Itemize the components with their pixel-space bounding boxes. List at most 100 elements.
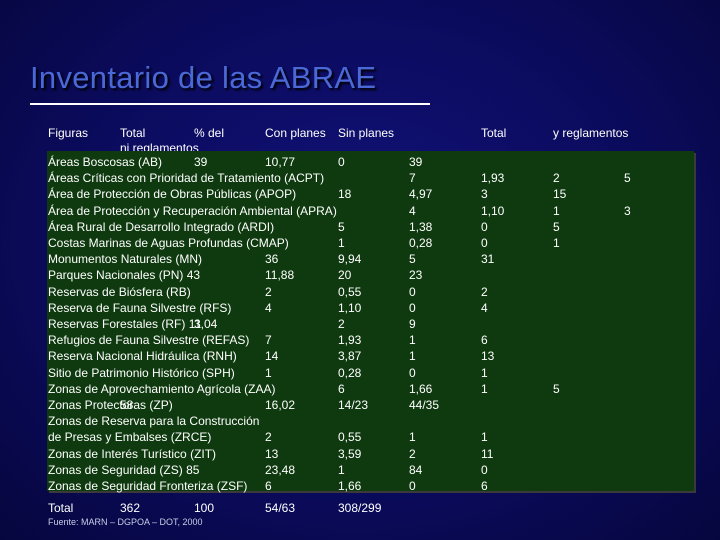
header-reglamentos: y reglamentos	[553, 126, 629, 140]
row-name: Reserva de Fauna Silvestre (RFS)	[48, 301, 232, 315]
row-col-a: 36	[265, 252, 279, 266]
row-col-f: 15	[553, 187, 567, 201]
row-col-e: 6	[481, 479, 488, 493]
row-col-d: 39	[409, 155, 423, 169]
row-col-d: 44/35	[409, 398, 440, 412]
row-name: Área de Protección de Obras Públicas (AP…	[48, 187, 297, 201]
row-col-d: 4	[409, 204, 416, 218]
row-col-f: 1	[553, 204, 560, 218]
footer-label: Total	[48, 501, 74, 515]
row-col-c: 5	[409, 252, 416, 266]
row-col-e: 0	[481, 236, 488, 250]
row-col-a: 13	[265, 447, 279, 461]
header-figuras: Figuras	[48, 126, 89, 140]
row-name: Áreas Críticas con Prioridad de Tratamie…	[48, 171, 325, 185]
row-col-c: 0	[338, 155, 345, 169]
row-col-d: 2	[409, 447, 416, 461]
row-name: Costas Marinas de Aguas Profundas (CMAP)	[48, 236, 289, 250]
row-col-b: 0,55	[338, 285, 362, 299]
row-col-a: 58	[120, 398, 134, 412]
row-col-e: 1	[481, 382, 488, 396]
row-col-c: 3,87	[338, 349, 362, 363]
row-col-b: 23,48	[265, 463, 296, 477]
row-col-e: 11	[481, 447, 494, 461]
row-name: Zonas de Seguridad Fronteriza (ZSF)	[48, 479, 248, 493]
row-name: Monumentos Naturales (MN)	[48, 252, 203, 266]
row-name: Áreas Boscosas (AB)	[48, 155, 163, 169]
footer-total: 362	[120, 501, 141, 515]
row-col-c: 18	[338, 187, 352, 201]
row-col-b: 10,77	[265, 155, 296, 169]
row-name: Sitio de Patrimonio Histórico (SPH)	[48, 366, 235, 380]
row-name: Reserva Nacional Hidráulica (RNH)	[48, 349, 237, 363]
row-col-e: 1	[481, 430, 488, 444]
row-col-d: 4	[481, 301, 488, 315]
row-col-a: 4	[265, 301, 272, 315]
row-col-c: 0	[409, 285, 416, 299]
row-col-f: 5	[553, 382, 560, 396]
source-note: Fuente: MARN – DGPOA – DOT, 2000	[48, 517, 203, 527]
row-name: Área de Protección y Recuperación Ambien…	[48, 204, 337, 218]
row-name: Zonas de Aprovechamiento Agrícola (ZAA)	[48, 382, 276, 396]
row-col-a: 6	[265, 479, 272, 493]
row-col-c: 1,66	[338, 479, 362, 493]
row-col-d: 31	[481, 252, 495, 266]
row-col-a: 7	[265, 333, 272, 347]
row-col-e: 1,93	[481, 171, 505, 185]
row-col-d: 23	[409, 268, 423, 282]
row-col-g: 3	[624, 204, 631, 218]
row-name: de Presas y Embalses (ZRCE)	[48, 430, 212, 444]
row-col-d: 2	[481, 285, 488, 299]
footer-pct: 100	[194, 501, 215, 515]
row-col-f: 1	[553, 236, 560, 250]
row-col-f: 5	[553, 220, 560, 234]
row-name: Refugios de Fauna Silvestre (REFAS)	[48, 333, 250, 347]
row-col-c: 0	[409, 301, 416, 315]
row-col-a: 14	[265, 349, 279, 363]
row-col-a: 1	[265, 366, 272, 380]
row-col-d: 1	[409, 333, 416, 347]
row-name: Reservas Forestales (RF) 11	[48, 317, 202, 331]
header-sin-planes: Sin planes	[338, 126, 395, 140]
row-name: Reservas de Biósfera (RB)	[48, 285, 191, 299]
row-col-e: 6	[481, 333, 488, 347]
row-col-b: 1,10	[338, 301, 362, 315]
row-col-b: 16,02	[265, 398, 296, 412]
row-col-d: 0	[409, 366, 416, 380]
row-col-e: 3	[481, 187, 488, 201]
row-col-d: 1	[409, 430, 416, 444]
row-col-c: 20	[338, 268, 352, 282]
row-col-d: 1	[409, 349, 416, 363]
row-col-b: 3,04	[194, 317, 218, 331]
row-name: Parques Nacionales (PN) 43	[48, 268, 201, 282]
row-name: Zonas de Seguridad (ZS) 85	[48, 463, 200, 477]
row-col-d: 7	[409, 171, 416, 185]
row-col-c: 3,59	[338, 447, 362, 461]
row-col-d: 1,38	[409, 220, 433, 234]
row-col-d: 0,28	[409, 236, 433, 250]
row-col-c: 0,28	[338, 366, 362, 380]
row-col-d: 4,97	[409, 187, 433, 201]
row-col-c: 1	[338, 236, 345, 250]
row-col-d: 0	[409, 479, 416, 493]
footer-sin: 308/299	[338, 501, 382, 515]
row-col-a: 39	[194, 155, 208, 169]
row-col-f: 2	[553, 171, 560, 185]
row-col-e: 13	[481, 349, 495, 363]
row-col-c: 5	[338, 220, 345, 234]
header-total-2: Total	[481, 126, 507, 140]
header-total: Total	[120, 126, 146, 140]
footer-con: 54/63	[265, 501, 296, 515]
row-col-d: 84	[409, 463, 423, 477]
row-col-c: 6	[338, 382, 345, 396]
row-name: Zonas de Interés Turístico (ZIT)	[48, 447, 217, 461]
row-col-b: 11,88	[265, 268, 295, 282]
row-col-d: 9	[409, 317, 416, 331]
header-con-planes: Con planes	[265, 126, 326, 140]
row-col-c: 1	[338, 463, 345, 477]
row-col-e: 1	[481, 366, 488, 380]
row-col-g: 5	[624, 171, 631, 185]
row-col-b: 9,94	[338, 252, 362, 266]
row-col-c: 14/23	[338, 398, 369, 412]
row-col-c: 2	[338, 317, 345, 331]
